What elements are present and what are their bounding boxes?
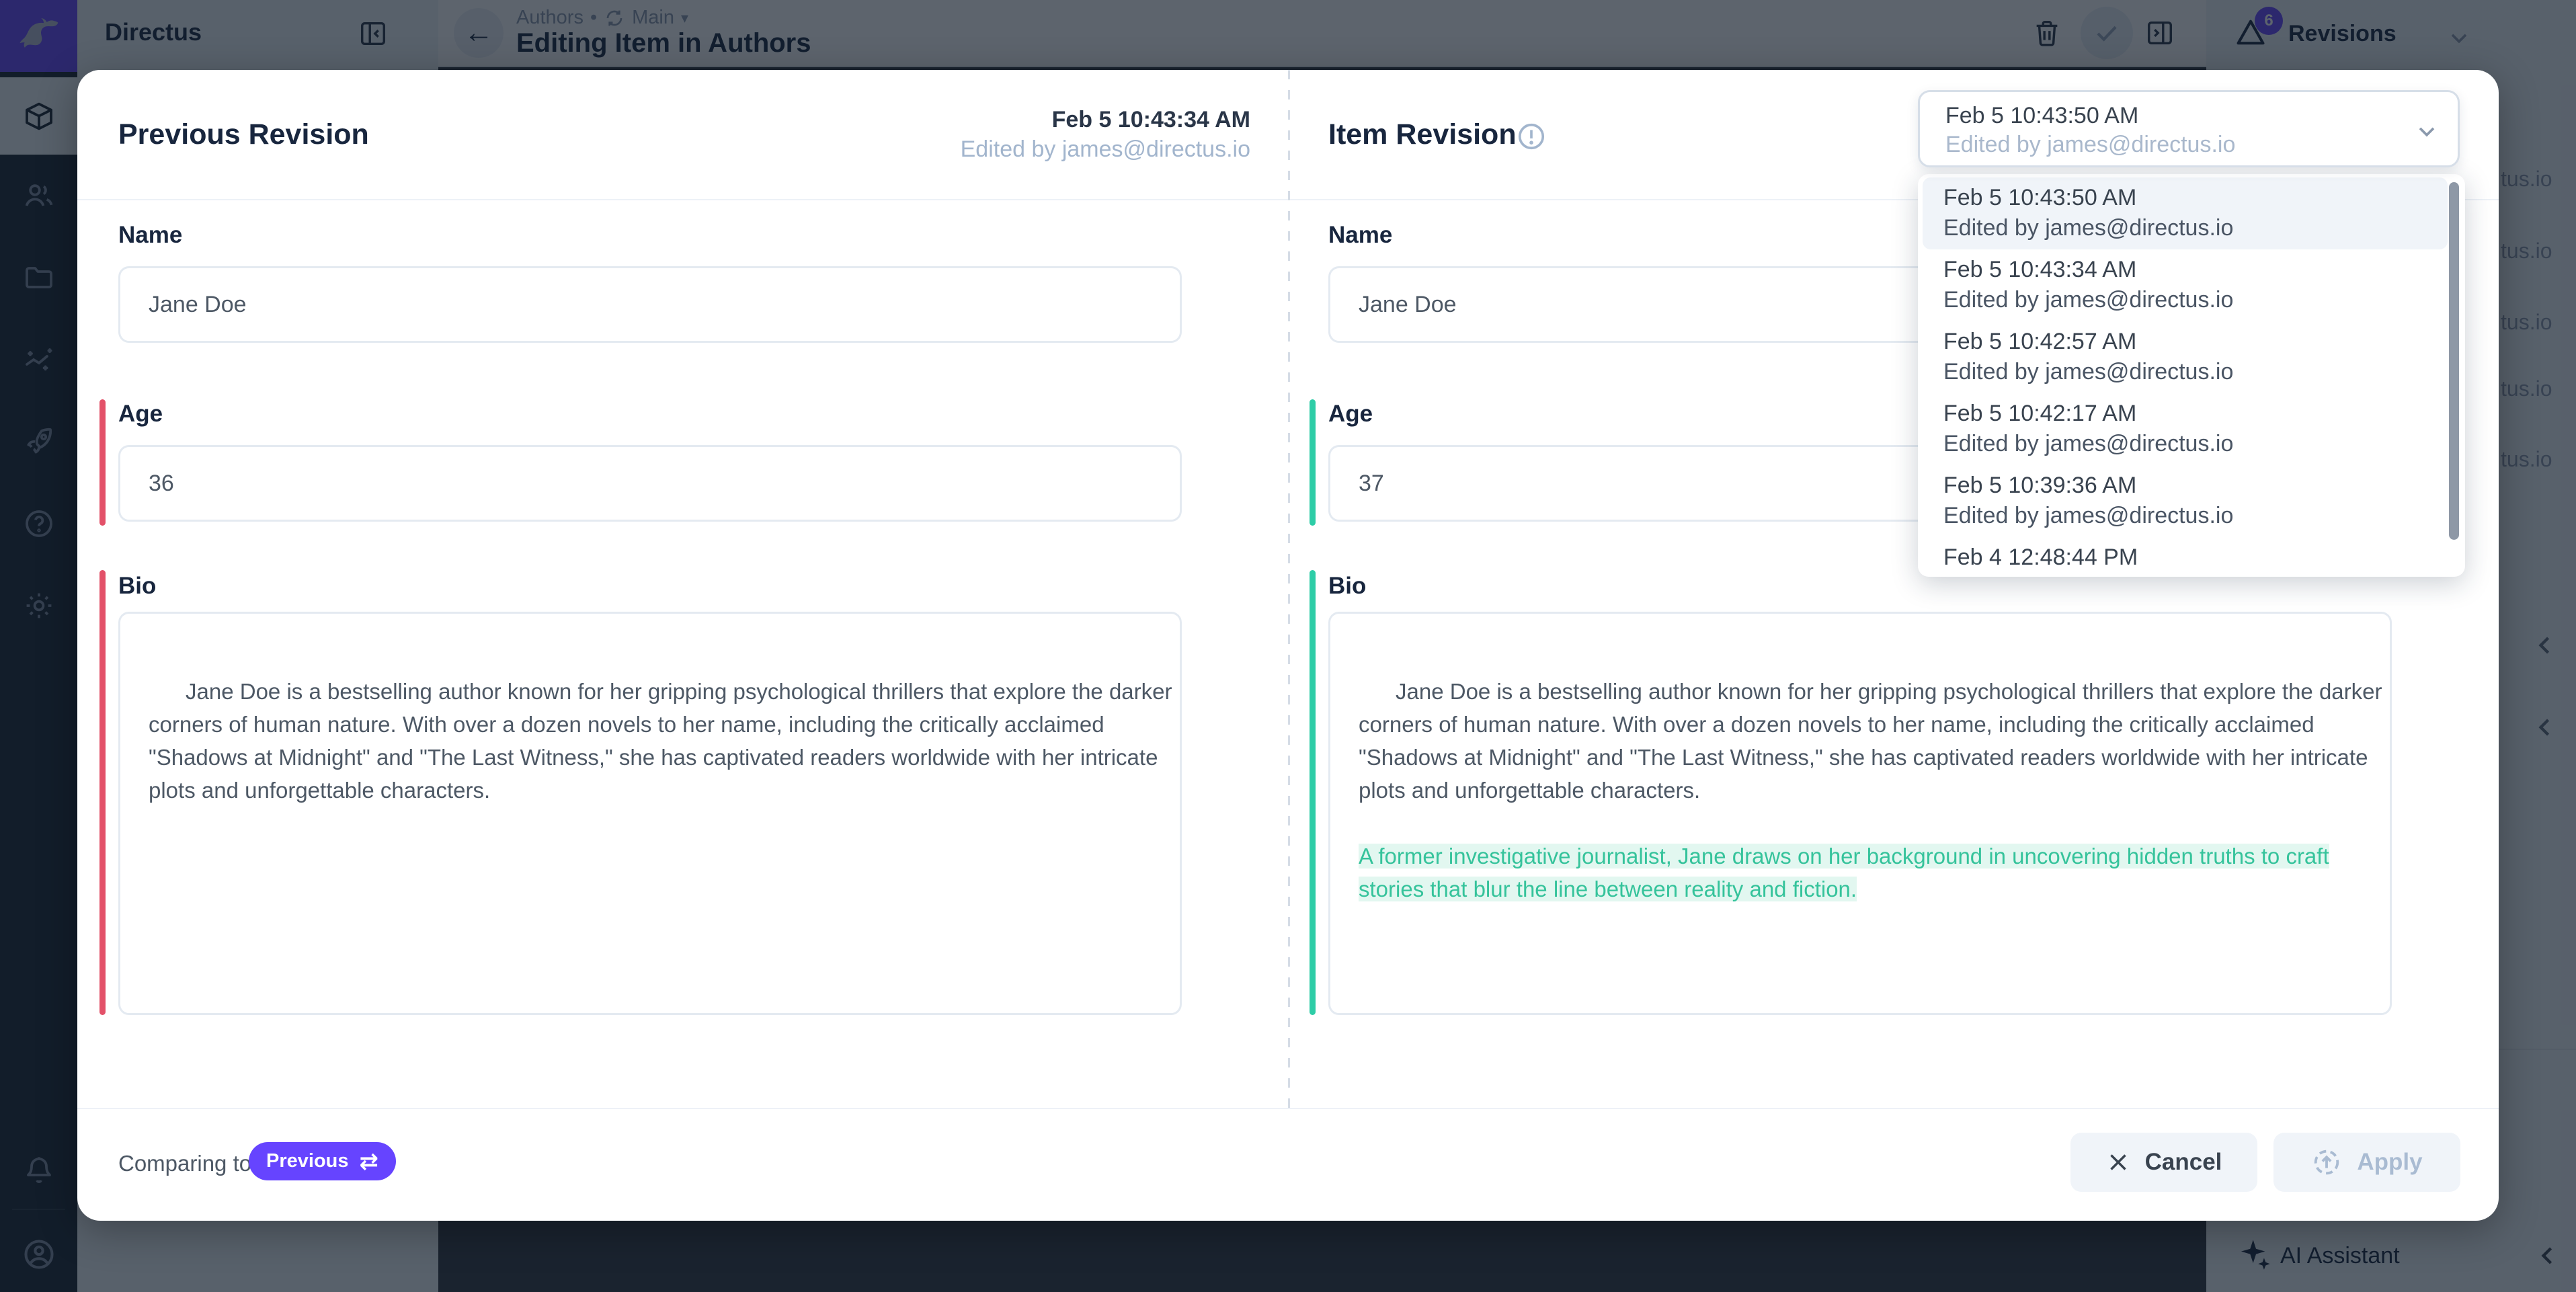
dropdown-item[interactable]: Feb 5 10:42:17 AM Edited by james@direct… bbox=[1918, 393, 2465, 465]
screen: Directus ← Authors • Main ▾ Editing Item… bbox=[0, 0, 2576, 1292]
age-changed-bar bbox=[1310, 399, 1316, 526]
close-icon bbox=[2106, 1150, 2130, 1174]
dropdown-item-subtitle: Edited by james@directus.io bbox=[1943, 501, 2465, 531]
dropdown-item-subtitle: Edited by james@directus.io bbox=[1943, 357, 2465, 387]
bio-textarea[interactable]: Jane Doe is a bestselling author known f… bbox=[1328, 612, 2392, 1015]
dropdown-item-title: Feb 5 10:42:57 AM bbox=[1943, 327, 2465, 357]
dropdown-item-title: Feb 4 12:48:44 PM bbox=[1943, 542, 2465, 573]
previous-revision-timestamp: Feb 5 10:43:34 AM bbox=[961, 105, 1250, 134]
comparing-to-label: Comparing to bbox=[118, 1151, 251, 1176]
info-icon[interactable] bbox=[1516, 121, 1547, 152]
item-revision-title: Item Revision bbox=[1328, 118, 1517, 151]
dropdown-item-subtitle: Edited by james@directus.io bbox=[1943, 429, 2465, 459]
apply-label: Apply bbox=[2357, 1149, 2422, 1176]
bio-changed-bar bbox=[99, 570, 106, 1015]
dropdown-scrollbar[interactable] bbox=[2449, 182, 2459, 540]
apply-icon bbox=[2311, 1147, 2342, 1178]
dropdown-item[interactable]: Feb 4 12:48:44 PM Edited by james@direct… bbox=[1918, 537, 2465, 577]
bio-label: Bio bbox=[118, 573, 156, 600]
name-label: Name bbox=[1328, 222, 1392, 249]
bio-text: Jane Doe is a bestselling author known f… bbox=[1359, 679, 2382, 803]
chevron-down-icon bbox=[2413, 118, 2440, 145]
revision-select-subtitle: Edited by james@directus.io bbox=[1945, 130, 2235, 159]
dropdown-item[interactable]: Feb 5 10:42:57 AM Edited by james@direct… bbox=[1918, 321, 2465, 393]
age-changed-bar bbox=[99, 399, 106, 526]
dropdown-item-selected[interactable]: Feb 5 10:43:50 AM Edited by james@direct… bbox=[1923, 177, 2448, 249]
name-value: Jane Doe bbox=[1359, 292, 1457, 318]
dropdown-item-subtitle: Edited by james@directus.io bbox=[1943, 285, 2465, 315]
revision-select[interactable]: Feb 5 10:43:50 AM Edited by james@direct… bbox=[1918, 90, 2460, 167]
dropdown-item-subtitle: Edited by james@directus.io bbox=[1943, 213, 2448, 243]
modal-footer-divider bbox=[77, 1108, 2499, 1109]
previous-revision-title: Previous Revision bbox=[118, 118, 369, 151]
bio-changed-bar bbox=[1310, 570, 1316, 1015]
age-label: Age bbox=[118, 401, 163, 428]
compare-target-label: Previous bbox=[266, 1150, 349, 1172]
age-label: Age bbox=[1328, 401, 1373, 428]
bio-label: Bio bbox=[1328, 573, 1366, 600]
column-dashed-divider bbox=[1288, 70, 1290, 1108]
name-input[interactable]: Jane Doe bbox=[118, 266, 1182, 343]
apply-button[interactable]: Apply bbox=[2273, 1133, 2460, 1192]
age-value: 37 bbox=[1359, 471, 1384, 497]
bio-added-text: A former investigative journalist, Jane … bbox=[1359, 844, 2329, 901]
dropdown-item[interactable]: Feb 5 10:43:34 AM Edited by james@direct… bbox=[1918, 249, 2465, 321]
name-label: Name bbox=[118, 222, 182, 249]
name-value: Jane Doe bbox=[149, 292, 247, 318]
revision-dropdown-menu: Feb 5 10:43:50 AM Edited by james@direct… bbox=[1918, 174, 2465, 577]
cancel-button[interactable]: Cancel bbox=[2070, 1133, 2257, 1192]
age-input[interactable]: 36 bbox=[118, 445, 1182, 522]
swap-icon: ⇄ bbox=[360, 1148, 379, 1175]
bio-textarea[interactable]: Jane Doe is a bestselling author known f… bbox=[118, 612, 1182, 1015]
cancel-label: Cancel bbox=[2145, 1149, 2222, 1176]
dropdown-item[interactable]: Feb 5 10:39:36 AM Edited by james@direct… bbox=[1918, 465, 2465, 537]
revision-select-value: Feb 5 10:43:50 AM bbox=[1945, 101, 2138, 130]
compare-target-button[interactable]: Previous ⇄ bbox=[249, 1142, 396, 1180]
age-value: 36 bbox=[149, 471, 174, 497]
previous-revision-edited-by: Edited by james@directus.io bbox=[961, 134, 1250, 164]
bio-text: Jane Doe is a bestselling author known f… bbox=[149, 679, 1172, 803]
dropdown-item-subtitle: Edited by james@directus.io bbox=[1943, 573, 2465, 577]
dropdown-item-title: Feb 5 10:39:36 AM bbox=[1943, 471, 2465, 501]
dropdown-item-title: Feb 5 10:43:34 AM bbox=[1943, 255, 2465, 285]
dropdown-item-title: Feb 5 10:43:50 AM bbox=[1943, 183, 2448, 213]
dropdown-item-title: Feb 5 10:42:17 AM bbox=[1943, 399, 2465, 429]
previous-revision-meta: Feb 5 10:43:34 AM Edited by james@direct… bbox=[961, 105, 1250, 164]
